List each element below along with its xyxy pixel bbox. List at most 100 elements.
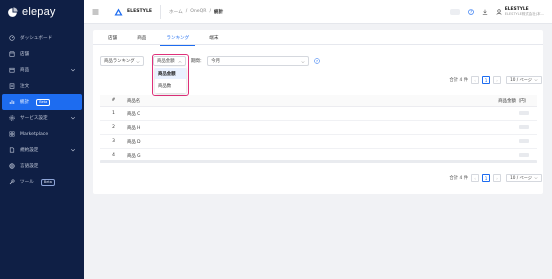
dropdown-option-count[interactable]: 商品数: [155, 80, 186, 91]
page-number-button[interactable]: 1: [482, 174, 491, 182]
period-label: 期間：: [191, 59, 205, 64]
grid-icon: [9, 131, 15, 137]
period-select[interactable]: 今月: [207, 56, 310, 66]
toggle-placeholder[interactable]: [449, 9, 460, 15]
breadcrumb-current: 統計: [214, 9, 224, 15]
menu-toggle-button[interactable]: [84, 0, 106, 24]
ranking-type-select[interactable]: 商品ランキング: [100, 56, 144, 66]
tab-bar: 店舗 商品 ランキング 端末: [93, 30, 543, 46]
chevron-down-icon: [70, 148, 76, 152]
table-row[interactable]: 3 商品 D: [100, 135, 537, 149]
sidebar-item-products[interactable]: 商品: [0, 62, 84, 78]
rank-cell: 2: [112, 125, 115, 130]
logo[interactable]: elepay: [0, 0, 84, 24]
order-icon: [9, 83, 15, 89]
table-row[interactable]: 1 商品 C: [100, 107, 537, 121]
ranking-table: # 商品名 商品金額（円） 1 商品 C 2 商品 H 3 商品 D 4 商品 …: [100, 95, 537, 163]
download-icon[interactable]: [482, 9, 488, 15]
prev-page-button[interactable]: ‹: [471, 174, 480, 182]
rank-cell: 3: [112, 139, 115, 144]
page-size-value: 10 / ページ: [510, 77, 532, 82]
total-count: 合計 4 件: [449, 78, 469, 83]
document-icon: [9, 147, 15, 153]
user-icon: [496, 9, 502, 15]
sidebar: elepay ダッシュボード 店舗 商品 注文 統計 Beta サービス設定 M…: [0, 0, 84, 279]
sidebar-item-label: ダッシュボード: [20, 36, 53, 41]
sidebar-item-dashboard[interactable]: ダッシュボード: [0, 30, 84, 46]
product-name-cell: 商品 H: [127, 125, 141, 131]
sidebar-item-label: 商品: [20, 68, 30, 73]
column-header-rank: #: [111, 98, 116, 103]
sidebar-item-terms[interactable]: 規約設定: [0, 142, 84, 158]
breadcrumb-oneqr[interactable]: OneQR: [190, 9, 206, 15]
product-name-cell: 商品 G: [127, 153, 141, 159]
svg-text:?: ?: [470, 10, 472, 15]
sidebar-item-stores[interactable]: 店舗: [0, 46, 84, 62]
sidebar-item-label: 注文: [20, 84, 30, 89]
tab-terminals[interactable]: 端末: [199, 30, 228, 45]
horizontal-scrollbar[interactable]: [100, 160, 537, 163]
globe-icon: [9, 163, 15, 169]
tab-products[interactable]: 商品: [127, 30, 156, 45]
logo-text: elepay: [22, 6, 56, 18]
sidebar-item-label: 規約設定: [20, 148, 39, 153]
product-name-cell: 商品 C: [127, 111, 141, 117]
sidebar-item-label: 統計: [20, 100, 30, 105]
breadcrumb-separator: /: [209, 8, 211, 14]
amount-placeholder: [519, 110, 529, 115]
user-company: ELESTYLE株式会社(本...: [504, 12, 544, 16]
brand-name: ELESTYLE: [127, 9, 153, 14]
column-header-name: 商品名: [127, 98, 141, 104]
product-name-cell: 商品 D: [127, 139, 141, 145]
amount-cell: [477, 110, 537, 117]
page-size-select[interactable]: 10 / ページ: [506, 174, 542, 182]
amount-cell: [477, 138, 537, 145]
amount-placeholder: [519, 152, 529, 157]
amount-cell: [477, 152, 537, 159]
store-icon: [9, 51, 15, 57]
breadcrumb-home[interactable]: ホーム: [169, 9, 183, 15]
sidebar-item-statistics[interactable]: 統計 Beta: [2, 94, 82, 110]
sidebar-item-label: サービス設定: [20, 116, 48, 121]
sidebar-item-service-settings[interactable]: サービス設定: [0, 110, 84, 126]
hamburger-icon: [92, 9, 98, 14]
help-icon[interactable]: ?: [467, 9, 474, 15]
beta-badge: Beta: [36, 98, 51, 106]
page-size-select[interactable]: 10 / ページ: [506, 76, 542, 84]
info-icon[interactable]: ?: [314, 58, 320, 64]
chevron-down-icon: [70, 68, 76, 72]
wrench-icon: [9, 179, 15, 185]
rank-cell: 1: [112, 111, 115, 116]
next-page-button[interactable]: ›: [493, 76, 502, 84]
next-page-button[interactable]: ›: [493, 174, 502, 182]
elepay-logo-icon: [8, 6, 18, 17]
chevron-down-icon: [136, 61, 140, 64]
gauge-icon: [9, 35, 15, 41]
user-menu[interactable]: ELESTYLE ELESTYLE株式会社(本...: [496, 7, 544, 17]
dropdown-option-amount[interactable]: 商品金額: [155, 68, 186, 79]
sidebar-item-orders[interactable]: 注文: [0, 78, 84, 94]
tab-ranking[interactable]: ランキング: [156, 30, 199, 46]
box-icon: [9, 67, 15, 73]
page-number-button[interactable]: 1: [482, 76, 491, 84]
prev-page-button[interactable]: ‹: [471, 76, 480, 84]
filter-bar: 商品ランキング 商品金額 期間： 今月 ?: [100, 56, 320, 66]
sidebar-item-label: 店舗: [20, 52, 30, 57]
chevron-down-icon: [534, 79, 538, 82]
beta-badge: Beta: [40, 178, 55, 186]
sidebar-item-language[interactable]: 言語設定: [0, 158, 84, 174]
amount-placeholder: [519, 124, 529, 129]
table-row[interactable]: 2 商品 H: [100, 121, 537, 135]
period-value: 今月: [211, 59, 220, 64]
sidebar-item-tools[interactable]: ツール Beta: [0, 174, 84, 190]
account-switcher[interactable]: ELESTYLE: [106, 4, 162, 19]
ranking-type-value: 商品ランキング: [104, 59, 135, 64]
amount-cell: [477, 124, 537, 131]
table-header: # 商品名 商品金額（円）: [100, 95, 537, 107]
svg-text:?: ?: [316, 60, 318, 64]
breadcrumb: ホーム / OneQR / 統計: [169, 9, 223, 15]
amount-placeholder: [519, 138, 529, 143]
sidebar-item-marketplace[interactable]: Marketplace: [0, 126, 84, 142]
tab-stores[interactable]: 店舗: [98, 30, 127, 45]
column-header-amount: 商品金額（円）: [498, 98, 529, 104]
